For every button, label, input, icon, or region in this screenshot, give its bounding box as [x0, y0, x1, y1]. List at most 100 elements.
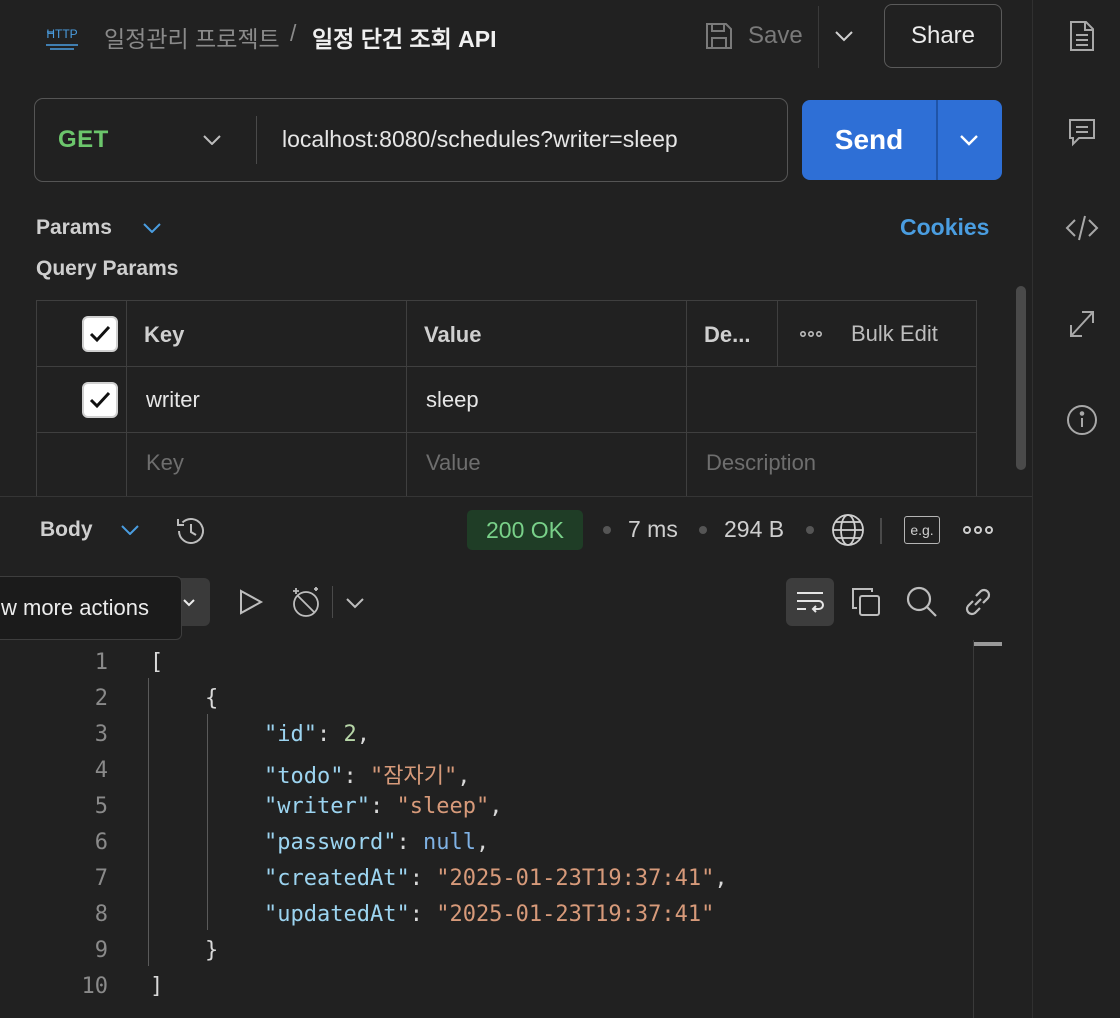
- line-number: 6: [94, 830, 108, 855]
- method-chevron-icon[interactable]: [196, 124, 228, 156]
- code-close-brace: }: [205, 938, 219, 963]
- json-value: 2: [343, 722, 357, 747]
- json-value: "2025-01-23T19:37:41": [436, 902, 715, 927]
- line-number: 2: [94, 686, 108, 711]
- new-param-key-input[interactable]: Key: [146, 450, 184, 476]
- table-border-left: [36, 300, 37, 496]
- code-open-brace: {: [205, 686, 219, 711]
- comments-icon[interactable]: [1064, 114, 1100, 150]
- column-header-description: De...: [704, 322, 751, 347]
- info-icon[interactable]: [1064, 402, 1100, 438]
- params-scrollbar[interactable]: [1016, 286, 1026, 470]
- save-button[interactable]: Save: [704, 16, 803, 56]
- new-param-value-input[interactable]: Value: [426, 450, 481, 476]
- json-key: "todo": [264, 764, 344, 789]
- code-line: "id": 2,: [264, 722, 370, 747]
- select-all-checkbox[interactable]: [82, 316, 118, 352]
- cookies-link[interactable]: Cookies: [900, 214, 989, 241]
- globe-icon[interactable]: [830, 512, 866, 548]
- json-comma: ,: [356, 722, 370, 747]
- send-options-chevron-icon[interactable]: [936, 100, 1002, 180]
- meta-separator: [603, 526, 611, 534]
- body-chevron-icon[interactable]: [118, 518, 142, 542]
- svg-text:HTTP: HTTP: [46, 27, 77, 41]
- share-button[interactable]: Share: [884, 4, 1002, 68]
- param-value-cell[interactable]: sleep: [426, 387, 479, 413]
- table-column-divider: [126, 300, 127, 496]
- json-comma: ,: [489, 794, 503, 819]
- json-key: "updatedAt": [264, 902, 410, 927]
- save-options-chevron-icon[interactable]: [828, 20, 860, 52]
- search-icon[interactable]: [904, 584, 940, 620]
- save-label: Save: [748, 22, 803, 49]
- json-key: "id": [264, 722, 317, 747]
- json-value: null: [422, 830, 476, 855]
- line-number: 5: [94, 794, 108, 819]
- param-key-cell[interactable]: writer: [146, 387, 200, 413]
- code-open-bracket: [: [150, 650, 164, 675]
- table-column-divider: [406, 300, 407, 496]
- code-line: "writer": "sleep",: [264, 794, 503, 819]
- request-title[interactable]: 일정 단건 조회 API: [312, 20, 496, 54]
- response-time[interactable]: 7 ms: [628, 516, 678, 543]
- save-example-icon[interactable]: e.g.: [904, 516, 940, 544]
- code-scrollbar-thumb[interactable]: [974, 642, 1002, 646]
- json-key: "writer": [264, 794, 370, 819]
- status-badge[interactable]: 200 OK: [467, 510, 583, 550]
- copy-icon[interactable]: [848, 584, 884, 620]
- line-number: 4: [94, 758, 108, 783]
- related-requests-icon[interactable]: [1064, 306, 1100, 342]
- breadcrumb-separator: /: [290, 20, 297, 46]
- visualize-chevron-icon[interactable]: [342, 590, 368, 616]
- code-scrollbar-track[interactable]: [973, 640, 974, 1018]
- request-response-divider[interactable]: [0, 496, 1032, 497]
- meta-separator: [806, 526, 814, 534]
- breadcrumb-collection[interactable]: 일정관리 프로젝트: [104, 20, 280, 54]
- history-icon[interactable]: [174, 514, 208, 548]
- save-icon: [704, 21, 734, 51]
- line-number: 1: [94, 650, 108, 675]
- column-header-key: Key: [144, 322, 185, 347]
- docs-icon[interactable]: [1064, 18, 1100, 54]
- method-select[interactable]: GET: [58, 126, 109, 154]
- more-options-icon[interactable]: [798, 324, 824, 344]
- json-comma: ,: [457, 764, 471, 789]
- response-more-icon[interactable]: [962, 518, 994, 542]
- tooltip: w more actions: [0, 576, 182, 640]
- meta-separator: [699, 526, 707, 534]
- url-input[interactable]: localhost:8080/schedules?writer=sleep: [282, 126, 678, 153]
- url-divider: [256, 116, 257, 164]
- json-value: "sleep": [396, 794, 490, 819]
- table-row-divider: [36, 366, 977, 367]
- bulk-edit-button[interactable]: Bulk Edit: [851, 321, 938, 347]
- json-value: "2025-01-23T19:37:41": [436, 866, 715, 891]
- code-line: "updatedAt": "2025-01-23T19:37:41": [264, 902, 715, 927]
- code-icon[interactable]: [1064, 210, 1100, 246]
- tab-params[interactable]: Params: [36, 216, 112, 240]
- visualize-icon[interactable]: [288, 584, 324, 620]
- response-tab-body[interactable]: Body: [40, 518, 93, 542]
- send-button[interactable]: Send: [802, 100, 936, 180]
- json-key: "createdAt": [264, 866, 410, 891]
- param-row-checkbox[interactable]: [82, 382, 118, 418]
- line-number: 3: [94, 722, 108, 747]
- table-border-top: [36, 300, 977, 301]
- code-line: "password": null,: [264, 830, 490, 855]
- line-number: 10: [81, 974, 109, 999]
- wrap-lines-icon[interactable]: [786, 578, 834, 626]
- line-number: 9: [94, 938, 108, 963]
- indent-guide: [207, 714, 208, 930]
- line-number: 7: [94, 866, 108, 891]
- params-chevron-icon[interactable]: [140, 216, 164, 240]
- query-params-title: Query Params: [36, 257, 179, 280]
- response-size[interactable]: 294 B: [724, 516, 784, 543]
- new-param-description-input[interactable]: Description: [706, 450, 816, 476]
- column-header-value: Value: [424, 322, 482, 347]
- toolbar-divider: [332, 586, 333, 618]
- sidebar-divider: [1032, 0, 1033, 1018]
- line-number: 8: [94, 902, 108, 927]
- link-icon[interactable]: [960, 584, 996, 620]
- json-key: "password": [264, 830, 397, 855]
- run-icon[interactable]: [234, 586, 266, 618]
- table-column-divider: [777, 300, 778, 366]
